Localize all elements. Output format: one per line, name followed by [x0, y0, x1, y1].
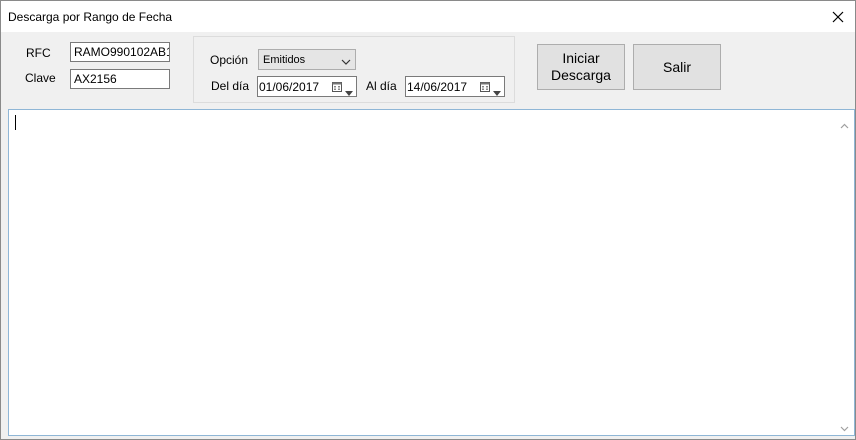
exit-button[interactable]: Salir: [633, 44, 721, 90]
output-textarea[interactable]: [8, 109, 855, 436]
to-date-picker[interactable]: 14/06/2017: [405, 76, 505, 97]
vertical-scrollbar[interactable]: [836, 111, 853, 434]
to-date-label: Al día: [366, 79, 397, 93]
clave-label: Clave: [25, 71, 56, 85]
close-icon: [832, 11, 844, 23]
window-title: Descarga por Rango de Fecha: [8, 10, 173, 24]
option-selected-value: Emitidos: [263, 54, 306, 66]
text-caret: [15, 115, 16, 130]
chevron-down-icon: [341, 55, 351, 69]
exit-label: Salir: [662, 58, 691, 75]
to-date-value: 14/06/2017: [407, 80, 468, 94]
rfc-field[interactable]: RAMO990102AB1: [70, 42, 170, 62]
start-download-label-line1: Iniciar: [562, 50, 600, 66]
clave-field[interactable]: AX2156: [70, 69, 170, 89]
from-date-picker[interactable]: 01/06/2017: [257, 76, 357, 97]
start-download-label-line2: Descarga: [551, 67, 611, 83]
title-bar: Descarga por Rango de Fecha: [1, 1, 855, 32]
rfc-label: RFC: [26, 46, 51, 60]
from-date-label: Del día: [211, 79, 250, 93]
chevron-down-icon[interactable]: [345, 85, 353, 99]
from-date-value: 01/06/2017: [259, 80, 320, 94]
calendar-icon[interactable]: [480, 81, 490, 95]
main-window: Descarga por Rango de Fecha RFC RAMO9901…: [0, 0, 856, 440]
chevron-up-icon[interactable]: [840, 118, 849, 129]
option-label: Opción: [210, 53, 249, 67]
calendar-icon[interactable]: [332, 81, 342, 95]
close-button[interactable]: [821, 1, 855, 32]
chevron-down-icon[interactable]: [493, 85, 501, 99]
chevron-down-icon[interactable]: [840, 421, 849, 432]
start-download-button[interactable]: Iniciar Descarga: [537, 44, 625, 90]
option-select[interactable]: Emitidos: [258, 49, 356, 70]
